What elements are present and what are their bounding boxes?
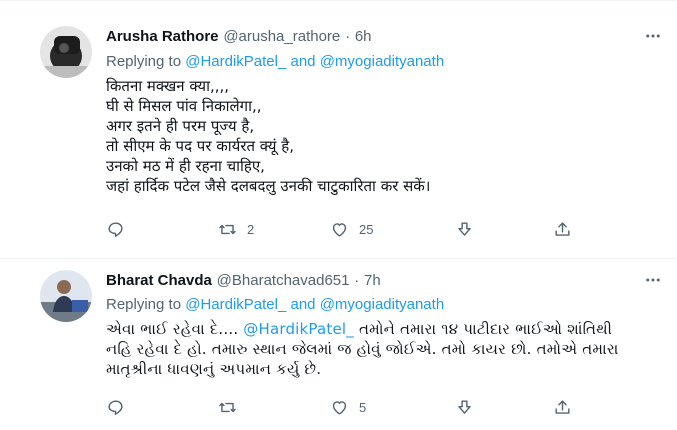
share-icon <box>555 400 570 414</box>
more-options-button[interactable] <box>643 26 663 46</box>
mention-link[interactable]: @HardikPatel_ <box>243 320 354 338</box>
tweet-text-line: માતૃશ્રીના ધાવણનું અપમાન કર્યુ છે. <box>106 360 322 378</box>
like-button[interactable]: 5 <box>330 398 366 417</box>
more-horizontal-icon <box>646 278 660 282</box>
tweet-2[interactable]: Bharat Chavda @Bharatchavad651 · 7h Repl… <box>0 259 677 430</box>
replying-prefix: Replying to <box>106 53 182 70</box>
display-name[interactable]: Bharat Chavda <box>106 272 212 289</box>
separator: · <box>354 272 360 289</box>
like-button[interactable]: 25 <box>330 220 373 239</box>
downvote-icon <box>458 222 471 236</box>
like-count: 5 <box>359 400 367 415</box>
tweet-text-line: अगर इतने ही परम पूज्य है, <box>106 117 255 135</box>
share-icon <box>555 222 570 236</box>
retweet-icon <box>219 402 236 413</box>
tweet-actions: 5 <box>106 398 586 418</box>
mention-link[interactable]: @HardikPatel_ <box>185 296 286 313</box>
like-count: 25 <box>359 222 374 237</box>
reply-icon <box>108 400 123 415</box>
downvote-button[interactable] <box>455 398 474 417</box>
retweet-icon <box>219 224 236 235</box>
reply-icon <box>108 222 123 237</box>
tweet-text-line: कितना मक्खन क्या,,,, <box>106 77 230 95</box>
share-button[interactable] <box>553 398 572 417</box>
tweet-text-line: उनको मठ में ही रहना चाहिए, <box>106 157 265 175</box>
user-handle[interactable]: @Bharatchavad651 <box>217 272 350 289</box>
replying-to: Replying to @HardikPatel_ and @myogiadit… <box>106 52 444 72</box>
separator: · <box>345 28 351 45</box>
tweet-text: એવા ભાઈ રહેવા દે.... @HardikPatel_ તમોને… <box>106 319 619 379</box>
replying-and[interactable]: and <box>291 296 316 313</box>
mention-link[interactable]: @myogiadityanath <box>320 296 444 313</box>
more-options-button[interactable] <box>643 270 663 290</box>
downvote-button[interactable] <box>455 220 474 239</box>
more-horizontal-icon <box>646 34 660 38</box>
like-icon <box>332 223 347 237</box>
tweet-text-line: નહિ રહેવા દે હો. તમારુ સ્થાન જેલમાં જ હો… <box>106 340 619 358</box>
avatar-image <box>40 270 92 322</box>
retweet-count: 2 <box>247 222 255 237</box>
timestamp[interactable]: 7h <box>364 272 381 289</box>
replying-and[interactable]: and <box>291 53 316 70</box>
avatar-image <box>40 26 92 78</box>
tweet-text-segment: એવા ભાઈ રહેવા દે.... <box>106 320 244 338</box>
tweet-text-line: जहां हार्दिक पटेल जैसे दलबदलु उनकी चाटुक… <box>106 177 431 195</box>
retweet-button[interactable]: 2 <box>218 220 254 239</box>
share-button[interactable] <box>553 220 572 239</box>
tweet-1[interactable]: Arusha Rathore @arusha_rathore · 6h Repl… <box>0 0 677 258</box>
tweet-text-line: એવા ભાઈ રહેવા દે.... @HardikPatel_ તમોને… <box>106 319 619 339</box>
reply-button[interactable] <box>106 220 135 239</box>
display-name[interactable]: Arusha Rathore <box>106 28 219 45</box>
timestamp[interactable]: 6h <box>355 28 372 45</box>
mention-link[interactable]: @HardikPatel_ <box>185 53 286 70</box>
tweet-text-segment: તમોને તમારા ૧૪ પાટીદાર ભાઈઓ શાંતિથી <box>353 320 613 338</box>
replying-prefix: Replying to <box>106 296 182 313</box>
replying-to: Replying to @HardikPatel_ and @myogiadit… <box>106 295 444 315</box>
retweet-button[interactable] <box>218 398 247 417</box>
tweet-text-line: तो सीएम के पद पर कार्यरत क्यूं है, <box>106 137 295 155</box>
avatar[interactable] <box>40 26 92 78</box>
downvote-icon <box>458 400 471 414</box>
tweet-header: Arusha Rathore @arusha_rathore · 6h <box>106 26 372 47</box>
tweet-text-line: घी से मिसल पांव निकालेगा,, <box>106 97 262 115</box>
tweet-header: Bharat Chavda @Bharatchavad651 · 7h <box>106 270 381 291</box>
tweet-text: कितना मक्खन क्या,,,, घी से मिसल पांव निक… <box>106 76 430 196</box>
avatar[interactable] <box>40 270 92 322</box>
reply-button[interactable] <box>106 398 135 417</box>
tweet-content: Bharat Chavda @Bharatchavad651 · 7h Repl… <box>106 270 663 425</box>
tweet-actions: 2 25 <box>106 220 586 240</box>
like-icon <box>332 401 347 415</box>
tweet-content: Arusha Rathore @arusha_rathore · 6h Repl… <box>106 26 663 246</box>
mention-link[interactable]: @myogiadityanath <box>320 53 444 70</box>
user-handle[interactable]: @arusha_rathore <box>223 28 340 45</box>
